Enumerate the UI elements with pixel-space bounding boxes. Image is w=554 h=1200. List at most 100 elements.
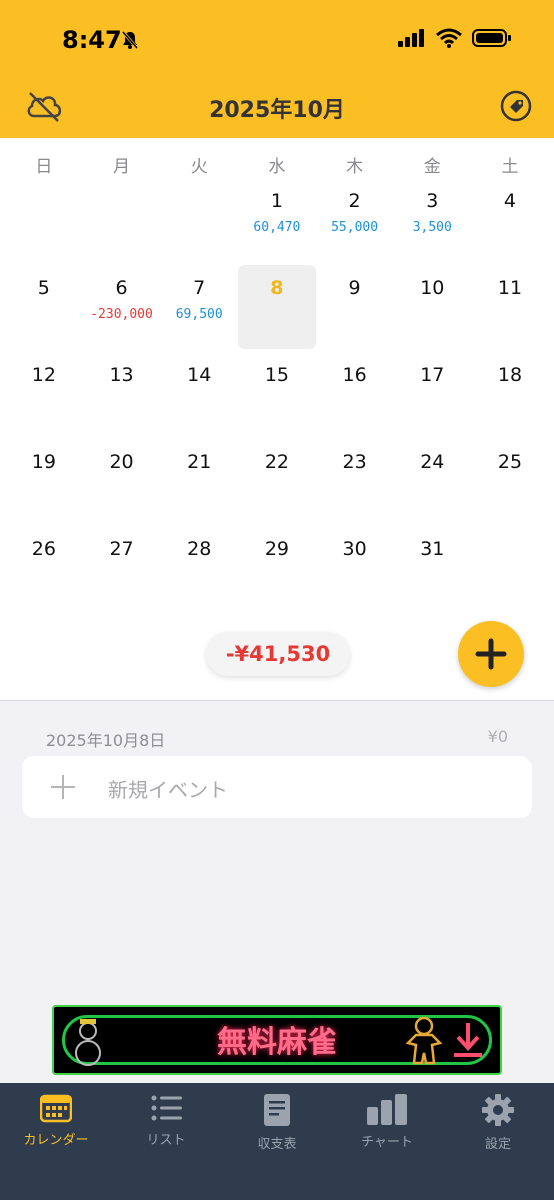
calendar-day[interactable]: 28 [160,526,238,613]
day-number: 5 [37,277,50,299]
calendar-day[interactable]: 22 [238,439,316,526]
day-number: 13 [109,364,134,386]
day-number: 18 [497,364,523,386]
wifi-icon [436,28,462,48]
tab-label: リスト [146,1133,186,1148]
calendar-day[interactable]: 13 [83,352,161,439]
day-number: 1 [270,190,283,212]
month-calendar: 日 月 火 水 木 金 土 1 60,470 2 55,000 3 3,500 4 5 6 -23… [0,138,554,700]
calendar-week-row: 1 60,470 2 55,000 3 3,500 4 [5,178,549,265]
tab-bar: カレンダー リスト 収支表 チャート 設定 [0,1083,554,1200]
tab-list[interactable]: リスト [116,1093,216,1148]
calendar-day[interactable]: 7 69,500 [160,265,238,352]
calendar-day-empty [5,178,83,265]
month-title[interactable]: 2025年10月 [0,92,554,124]
tab-balance-sheet[interactable]: 収支表 [227,1093,327,1152]
day-number: 8 [270,277,284,299]
calendar-day[interactable]: 29 [238,526,316,613]
day-number: 14 [187,364,212,386]
tab-label: 収支表 [257,1137,297,1152]
calendar-day[interactable]: 27 [83,526,161,613]
day-number: 19 [31,451,56,473]
calendar-week-row: 19 20 21 22 23 24 25 [5,439,549,526]
tab-label: チャート [361,1135,413,1150]
tab-chart[interactable]: チャート [337,1093,437,1150]
calendar-day[interactable]: 2 55,000 [316,178,394,265]
calendar-day[interactable]: 5 [5,265,83,352]
calendar-day[interactable]: 12 [5,352,83,439]
calendar-day[interactable]: 16 [316,352,394,439]
weekday-label: 水 [268,157,286,177]
divider [0,700,554,701]
calendar-day[interactable]: 31 [393,526,471,613]
day-number: 9 [348,277,361,299]
day-number: 12 [31,364,56,386]
tab-label: カレンダー [23,1133,89,1148]
weekday-label: 土 [501,157,519,177]
status-time: 8:47 [62,26,122,54]
day-number: 31 [420,538,445,560]
bar-chart-icon [367,1094,407,1125]
calendar-day[interactable]: 20 [83,439,161,526]
calendar-day[interactable]: 10 [393,265,471,352]
day-grid: 1 60,470 2 55,000 3 3,500 4 5 6 -230,000 7 69,500 8 9… [5,178,549,613]
weekday-label: 日 [35,157,53,177]
new-event-row[interactable]: 新規イベント [22,756,532,818]
day-number: 7 [193,277,206,299]
day-number: 6 [115,277,128,299]
plus-icon [51,775,75,799]
calendar-day-today[interactable]: 8 [238,265,316,352]
calendar-day[interactable]: 26 [5,526,83,613]
calendar-day[interactable]: 15 [238,352,316,439]
calendar-day[interactable]: 19 [5,439,83,526]
calendar-day[interactable]: 30 [316,526,394,613]
calendar-day[interactable]: 3 3,500 [393,178,471,265]
tag-icon[interactable] [500,90,532,122]
calendar-day[interactable]: 4 [471,178,549,265]
calendar-day[interactable]: 11 [471,265,549,352]
gear-icon [482,1094,514,1126]
calendar-week-row: 5 6 -230,000 7 69,500 8 9 10 11 [5,265,549,352]
day-amount: 60,470 [253,220,301,235]
bell-off-icon [121,31,139,49]
battery-icon [472,29,511,47]
calendar-day[interactable]: 6 -230,000 [83,265,161,352]
day-number: 27 [109,538,134,560]
day-number: 24 [420,451,445,473]
calendar-day[interactable]: 24 [393,439,471,526]
selected-date: 2025年10月8日 [46,731,166,750]
calendar-day-empty [471,526,549,613]
weekday-label: 火 [190,157,208,177]
calendar-day[interactable]: 1 60,470 [238,178,316,265]
tab-calendar[interactable]: カレンダー [6,1093,106,1148]
tab-settings[interactable]: 設定 [448,1093,548,1152]
calendar-day[interactable]: 25 [471,439,549,526]
calendar-day[interactable]: 9 [316,265,394,352]
day-amount: 55,000 [331,220,379,235]
day-amount: -230,000 [90,307,153,322]
document-icon [264,1094,290,1126]
day-amount: 69,500 [175,307,223,322]
weekday-label: 月 [113,157,131,177]
day-number: 16 [342,364,367,386]
add-event-button[interactable] [458,621,524,687]
day-number: 28 [187,538,212,560]
day-number: 26 [31,538,56,560]
selected-day-total: ¥0 [487,727,508,746]
weekday-label: 金 [423,157,441,177]
weekday-header: 日 月 火 水 木 金 土 [5,152,549,177]
calendar-week-row: 12 13 14 15 16 17 18 [5,352,549,439]
calendar-day[interactable]: 23 [316,439,394,526]
calendar-day[interactable]: 18 [471,352,549,439]
status-indicators [398,28,512,48]
calendar-day[interactable]: 17 [393,352,471,439]
ad-banner[interactable]: 無料麻雀 [52,1005,502,1075]
day-number: 25 [497,451,523,473]
calendar-day[interactable]: 14 [160,352,238,439]
plus-icon [475,638,507,670]
calendar-day[interactable]: 21 [160,439,238,526]
day-number: 21 [187,451,212,473]
day-number: 20 [109,451,134,473]
calendar-icon [40,1094,72,1123]
calendar-week-row: 26 27 28 29 30 31 [5,526,549,613]
